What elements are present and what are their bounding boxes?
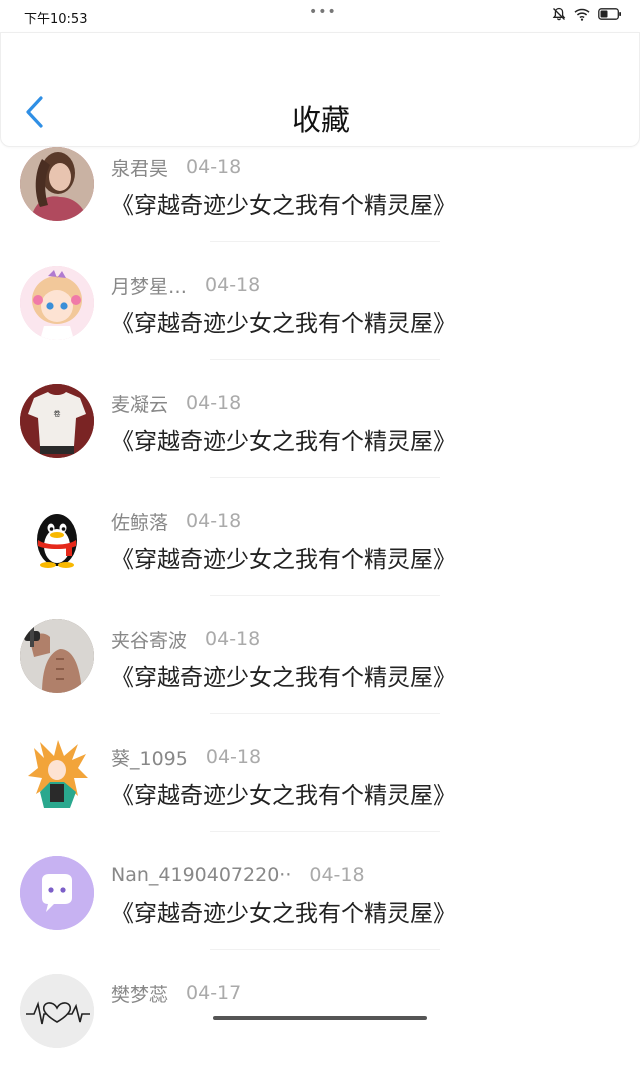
list-item[interactable]: 樊梦蕊 04-17 <box>0 971 640 1089</box>
book-title[interactable]: 《穿越奇迹少女之我有个精灵屋》 <box>111 658 456 692</box>
status-time: 下午10:53 <box>24 12 88 27</box>
qq-penguin-icon <box>20 502 94 576</box>
book-title[interactable]: 《穿越奇迹少女之我有个精灵屋》 <box>111 422 456 456</box>
item-meta: 樊梦蕊 04-17 <box>111 980 241 1006</box>
svg-text:卷: 卷 <box>54 409 61 418</box>
anime-character-icon <box>20 738 94 812</box>
username[interactable]: 月梦星… <box>111 272 187 299</box>
item-meta: Nan_4190407220·· 04-18 <box>111 862 365 888</box>
more-dots[interactable]: ••• <box>309 4 337 20</box>
list-item[interactable]: Nan_4190407220·· 04-18 《穿越奇迹少女之我有个精灵屋》 <box>0 853 640 971</box>
item-meta: 泉君昊 04-18 <box>111 154 241 180</box>
avatar[interactable] <box>20 738 94 812</box>
date: 04-18 <box>309 864 365 886</box>
username[interactable]: 佐鲸落 <box>111 508 168 535</box>
page-title: 收藏 <box>291 103 350 137</box>
date: 04-18 <box>186 156 242 178</box>
divider <box>210 595 440 596</box>
list-item[interactable]: 夹谷寄波 04-18 《穿越奇迹少女之我有个精灵屋》 <box>0 617 640 735</box>
book-title[interactable]: 《穿越奇迹少女之我有个精灵屋》 <box>111 894 456 928</box>
item-meta: 月梦星… 04-18 <box>111 272 260 298</box>
avatar[interactable] <box>20 974 94 1048</box>
divider <box>210 477 440 478</box>
battery-icon <box>598 8 621 20</box>
avatar[interactable] <box>20 502 94 576</box>
wifi-icon <box>574 8 590 21</box>
item-meta: 葵_1095 04-18 <box>111 744 261 770</box>
list-item[interactable]: 月梦星… 04-18 《穿越奇迹少女之我有个精灵屋》 <box>0 263 640 381</box>
username[interactable]: 泉君昊 <box>111 154 168 181</box>
username[interactable]: 葵_1095 <box>111 744 188 771</box>
avatar[interactable] <box>20 619 94 693</box>
chat-bubble-icon <box>20 856 94 930</box>
avatar[interactable] <box>20 147 94 221</box>
date: 04-17 <box>186 982 242 1004</box>
divider <box>210 713 440 714</box>
book-title[interactable]: 《穿越奇迹少女之我有个精灵屋》 <box>111 304 456 338</box>
item-meta: 佐鲸落 04-18 <box>111 508 241 534</box>
username[interactable]: 夹谷寄波 <box>111 626 187 653</box>
photo-woman-icon <box>20 147 94 221</box>
item-meta: 麦凝云 04-18 <box>111 390 241 416</box>
list-item[interactable]: 泉君昊 04-18 《穿越奇迹少女之我有个精灵屋》 <box>0 145 640 263</box>
book-title[interactable]: 《穿越奇迹少女之我有个精灵屋》 <box>111 776 456 810</box>
divider <box>210 831 440 832</box>
home-indicator[interactable] <box>213 1016 427 1020</box>
date: 04-18 <box>186 392 242 414</box>
divider <box>210 949 440 950</box>
header: 收藏 <box>0 32 640 147</box>
divider <box>210 241 440 242</box>
divider <box>210 359 440 360</box>
mute-bell-icon <box>552 7 566 21</box>
heartbeat-icon <box>20 974 94 1048</box>
username[interactable]: 樊梦蕊 <box>111 980 168 1007</box>
list-item[interactable]: 卷 麦凝云 04-18 《穿越奇迹少女之我有个精灵屋》 <box>0 381 640 499</box>
anime-girl-icon <box>20 266 94 340</box>
muscle-man-icon <box>20 619 94 693</box>
avatar[interactable]: 卷 <box>20 384 94 458</box>
status-icons <box>552 7 622 21</box>
book-title[interactable]: 《穿越奇迹少女之我有个精灵屋》 <box>111 186 456 220</box>
avatar[interactable] <box>20 266 94 340</box>
username[interactable]: 麦凝云 <box>111 390 168 417</box>
status-bar: 下午10:53 ••• <box>0 0 640 32</box>
list-item[interactable]: 葵_1095 04-18 《穿越奇迹少女之我有个精灵屋》 <box>0 735 640 853</box>
tshirt-photo-icon: 卷 <box>20 384 94 458</box>
avatar[interactable] <box>20 856 94 930</box>
date: 04-18 <box>205 746 262 768</box>
date: 04-18 <box>205 628 261 650</box>
book-title[interactable]: 《穿越奇迹少女之我有个精灵屋》 <box>111 540 456 574</box>
item-meta: 夹谷寄波 04-18 <box>111 626 260 652</box>
date: 04-18 <box>186 510 242 532</box>
list-item[interactable]: 佐鲸落 04-18 《穿越奇迹少女之我有个精灵屋》 <box>0 499 640 617</box>
username[interactable]: Nan_4190407220·· <box>111 864 291 886</box>
date: 04-18 <box>205 274 261 296</box>
